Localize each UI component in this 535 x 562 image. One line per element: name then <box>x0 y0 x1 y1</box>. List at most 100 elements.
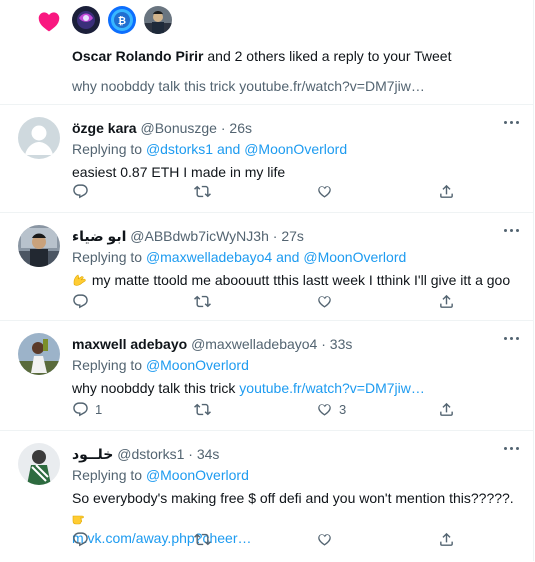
reply-mentions[interactable]: @maxwelladebayo4 and @MoonOverlord <box>146 249 406 265</box>
reply-button[interactable] <box>72 183 95 200</box>
svg-text:₿: ₿ <box>118 15 126 27</box>
reply-icon <box>72 401 89 418</box>
like-button[interactable]: 3 <box>316 401 346 418</box>
like-icon <box>316 183 333 200</box>
notifications-timeline: ₿ Oscar Rolando Pirir and 2 others liked… <box>0 0 534 561</box>
tweet-body: why noobddy talk this trick youtube.fr/w… <box>72 378 522 398</box>
display-name[interactable]: maxwell adebayo <box>72 336 187 352</box>
avatar[interactable] <box>144 6 172 34</box>
notification-action: and 2 others liked a reply to your Tweet <box>207 48 452 64</box>
more-icon[interactable] <box>501 331 521 345</box>
tweet-header: ابو ضياء @ABBdwb7icWyNJ3h · 27s <box>72 228 304 245</box>
reply-context: Replying to @MoonOverlord <box>72 467 249 483</box>
replying-to-label: Replying to <box>72 467 146 483</box>
tweet[interactable]: özge kara @Bonuszge · 26s Replying to @d… <box>0 105 533 213</box>
timestamp[interactable]: 34s <box>197 446 220 462</box>
handle[interactable]: @maxwelladebayo4 <box>191 336 317 352</box>
separator: · <box>272 228 278 244</box>
separator: · <box>321 336 326 352</box>
retweet-icon <box>194 531 211 548</box>
avatar[interactable] <box>18 117 60 159</box>
tweet-header: özge kara @Bonuszge · 26s <box>72 120 252 136</box>
separator: · <box>188 446 193 462</box>
share-button[interactable] <box>438 293 455 310</box>
share-icon <box>438 183 455 200</box>
retweet-icon <box>194 183 211 200</box>
reply-button[interactable] <box>72 293 95 310</box>
avatar[interactable] <box>18 443 60 485</box>
like-icon <box>316 531 333 548</box>
heart-icon <box>38 12 60 32</box>
display-name[interactable]: ابو ضياء <box>72 228 126 244</box>
share-button[interactable] <box>438 531 455 548</box>
like-icon <box>316 293 333 310</box>
notification-actor[interactable]: Oscar Rolando Pirir <box>72 48 203 64</box>
tweet-text: why noobddy talk this trick <box>72 380 240 396</box>
avatar[interactable] <box>72 6 100 34</box>
like-button[interactable] <box>316 531 339 548</box>
timestamp[interactable]: 27s <box>281 228 304 244</box>
tweet-text: easiest 0.87 ETH I made in my life <box>72 164 286 180</box>
reply-count: 1 <box>95 402 103 417</box>
retweet-button[interactable] <box>194 531 211 548</box>
share-icon <box>438 293 455 310</box>
reply-button[interactable] <box>72 531 95 548</box>
reply-context: Replying to @dstorks1 and @MoonOverlord <box>72 141 347 157</box>
tweet-body: my matte ttoold me aboouutt tthis lastt … <box>72 270 522 290</box>
handle[interactable]: @ABBdwb7icWyNJ3h <box>130 228 269 244</box>
reply-button[interactable]: 1 <box>72 401 102 418</box>
reply-mentions[interactable]: @dstorks1 and @MoonOverlord <box>146 141 347 157</box>
reply-icon <box>72 183 89 200</box>
display-name[interactable]: özge kara <box>72 120 137 136</box>
tweet-header: خلــود @dstorks1 · 34s <box>72 446 219 463</box>
avatar[interactable]: ₿ <box>108 6 136 34</box>
retweet-button[interactable] <box>194 401 211 418</box>
share-icon <box>438 401 455 418</box>
tweet[interactable]: ابو ضياء @ABBdwb7icWyNJ3h · 27s Replying… <box>0 213 533 321</box>
retweet-button[interactable] <box>194 293 211 310</box>
display-name[interactable]: خلــود <box>72 446 113 462</box>
tweet[interactable]: خلــود @dstorks1 · 34s Replying to @Moon… <box>0 431 533 562</box>
tweet-header: maxwell adebayo @maxwelladebayo4 · 33s <box>72 336 352 352</box>
tweet-actions: 1 3 <box>72 401 472 421</box>
reply-context: Replying to @maxwelladebayo4 and @MoonOv… <box>72 249 406 265</box>
retweet-icon <box>194 293 211 310</box>
reply-mentions[interactable]: @MoonOverlord <box>146 467 249 483</box>
tweet-link[interactable]: youtube.fr/watch?v=DM7jiw… <box>239 380 425 396</box>
more-icon[interactable] <box>501 115 521 129</box>
replying-to-label: Replying to <box>72 249 146 265</box>
reply-mentions[interactable]: @MoonOverlord <box>146 357 249 373</box>
avatar[interactable] <box>18 225 60 267</box>
more-icon[interactable] <box>501 441 521 455</box>
like-notification[interactable]: ₿ Oscar Rolando Pirir and 2 others liked… <box>0 0 533 105</box>
reply-icon <box>72 293 89 310</box>
share-button[interactable] <box>438 183 455 200</box>
replying-to-label: Replying to <box>72 141 146 157</box>
notification-preview[interactable]: why noobddy talk this trick youtube.fr/w… <box>72 78 425 94</box>
like-button[interactable] <box>316 293 339 310</box>
tweet-actions <box>72 531 472 551</box>
retweet-icon <box>194 401 211 418</box>
share-button[interactable] <box>438 401 455 418</box>
separator: · <box>220 120 226 136</box>
tweet-actions <box>72 293 472 313</box>
pointing-hand-icon <box>72 515 84 525</box>
tweet-text: my matte ttoold me aboouutt tthis lastt … <box>91 272 511 288</box>
like-button[interactable] <box>316 183 339 200</box>
replying-to-label: Replying to <box>72 357 146 373</box>
reply-icon <box>72 531 89 548</box>
like-icon <box>316 401 333 418</box>
tweet[interactable]: maxwell adebayo @maxwelladebayo4 · 33s R… <box>0 321 533 431</box>
retweet-button[interactable] <box>194 183 211 200</box>
handle[interactable]: @dstorks1 <box>117 446 184 462</box>
reply-context: Replying to @MoonOverlord <box>72 357 249 373</box>
timestamp[interactable]: 26s <box>229 120 252 136</box>
timestamp[interactable]: 33s <box>330 336 353 352</box>
more-icon[interactable] <box>501 223 521 237</box>
avatar[interactable] <box>18 333 60 375</box>
handle[interactable]: @Bonuszge <box>140 120 216 136</box>
like-count: 3 <box>339 402 347 417</box>
notification-text: Oscar Rolando Pirir and 2 others liked a… <box>72 48 451 64</box>
tweet-actions <box>72 183 472 203</box>
waving-hand-icon <box>73 274 86 286</box>
